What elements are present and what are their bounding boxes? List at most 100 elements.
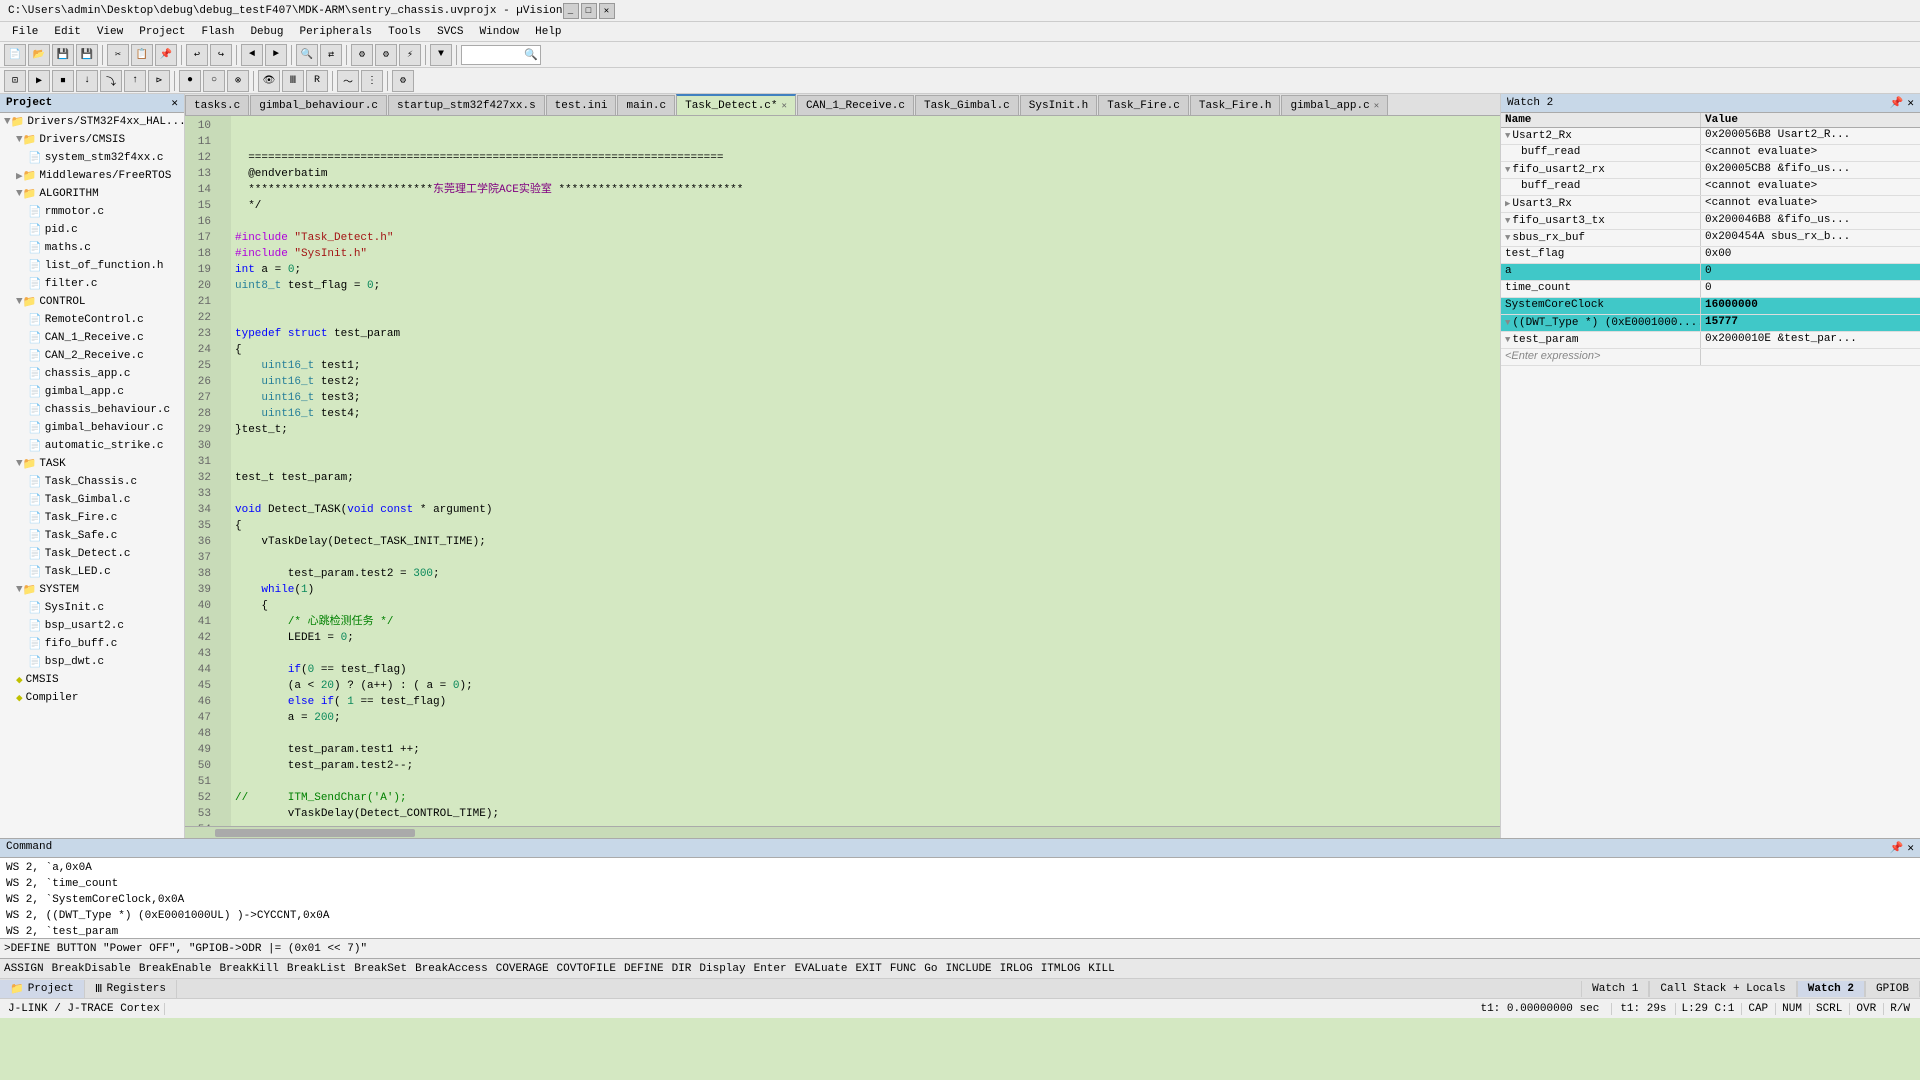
command-close-icon[interactable]: ✕ xyxy=(1907,841,1914,855)
ac-display[interactable]: Display xyxy=(699,963,745,975)
watch-expr-input[interactable] xyxy=(1505,350,1696,362)
ac-itmlog[interactable]: ITMLOG xyxy=(1041,963,1081,975)
watch-row-fifo-usart3[interactable]: ▼ fifo_usart3_tx 0x200046B8 &fifo_us... xyxy=(1501,213,1920,230)
tb-nav-back[interactable]: ◄ xyxy=(241,44,263,66)
tree-fifo-buff[interactable]: 📄fifo_buff.c xyxy=(0,635,184,653)
ac-dir[interactable]: DIR xyxy=(672,963,692,975)
tb-logic[interactable]: ⋮ xyxy=(361,70,383,92)
tree-auto-strike[interactable]: 📄automatic_strike.c xyxy=(0,437,184,455)
tree-can1[interactable]: 📄CAN_1_Receive.c xyxy=(0,329,184,347)
tree-remote[interactable]: 📄RemoteControl.c xyxy=(0,311,184,329)
ac-break-access[interactable]: BreakAccess xyxy=(415,963,488,975)
watch-row-test-flag[interactable]: test_flag 0x00 xyxy=(1501,247,1920,264)
watch-row-time-count[interactable]: time_count 0 xyxy=(1501,281,1920,298)
tab-can1-receive[interactable]: CAN_1_Receive.c xyxy=(797,95,914,115)
tb-build[interactable]: ⚙ xyxy=(351,44,373,66)
ac-break-set[interactable]: BreakSet xyxy=(354,963,407,975)
ac-kill[interactable]: KILL xyxy=(1088,963,1114,975)
tab-project[interactable]: 📁 Project xyxy=(0,980,85,998)
tb-undo[interactable]: ↩ xyxy=(186,44,208,66)
watch-row-usart2rx[interactable]: ▼ Usart2_Rx 0x200056B8 Usart2_R... xyxy=(1501,128,1920,145)
search-input[interactable] xyxy=(464,49,524,61)
tb-open[interactable]: 📂 xyxy=(28,44,50,66)
tb-reset[interactable]: ⊡ xyxy=(4,70,26,92)
tree-task-fire[interactable]: 📄Task_Fire.c xyxy=(0,509,184,527)
tree-gimbal-app[interactable]: 📄gimbal_app.c xyxy=(0,383,184,401)
ac-exit[interactable]: EXIT xyxy=(855,963,881,975)
ac-covtofile[interactable]: COVTOFILE xyxy=(557,963,616,975)
tab-tasks-c[interactable]: tasks.c xyxy=(185,95,249,115)
watch-row-buff-read-2[interactable]: buff_read <cannot evaluate> xyxy=(1501,179,1920,196)
watch-row-fifo-usart2[interactable]: ▼ fifo_usart2_rx 0x20005CB8 &fifo_us... xyxy=(1501,162,1920,179)
tree-compiler[interactable]: ◆ Compiler xyxy=(0,689,184,707)
watch-row-test-param[interactable]: ▼ test_param 0x2000010E &test_par... xyxy=(1501,332,1920,349)
tb-redo[interactable]: ↪ xyxy=(210,44,232,66)
tree-bsp-dwt[interactable]: 📄bsp_dwt.c xyxy=(0,653,184,671)
menu-edit[interactable]: Edit xyxy=(46,24,88,40)
menu-peripherals[interactable]: Peripherals xyxy=(291,24,380,40)
tree-pid[interactable]: 📄pid.c xyxy=(0,221,184,239)
tree-maths[interactable]: 📄maths.c xyxy=(0,239,184,257)
tree-chassis-behav[interactable]: 📄chassis_behaviour.c xyxy=(0,401,184,419)
menu-project[interactable]: Project xyxy=(131,24,193,40)
tree-task-detect[interactable]: 📄Task_Detect.c xyxy=(0,545,184,563)
tb-save[interactable]: 💾 xyxy=(52,44,74,66)
tb-compile[interactable]: ⚡ xyxy=(399,44,421,66)
tab-task-detect[interactable]: Task_Detect.c* ✕ xyxy=(676,94,796,115)
watch-row-buff-read-1[interactable]: buff_read <cannot evaluate> xyxy=(1501,145,1920,162)
command-pin-icon[interactable]: 📌 xyxy=(1890,841,1904,855)
tb-paste[interactable]: 📌 xyxy=(155,44,177,66)
cmd-input[interactable] xyxy=(4,943,1916,955)
code-content[interactable]: ========================================… xyxy=(231,116,1500,826)
tb-bp-toggle[interactable]: ● xyxy=(179,70,201,92)
ac-go[interactable]: Go xyxy=(924,963,937,975)
tb-run-cursor[interactable]: ⊳ xyxy=(148,70,170,92)
tab-task-fire-h[interactable]: Task_Fire.h xyxy=(1190,95,1281,115)
tree-task-safe[interactable]: 📄Task_Safe.c xyxy=(0,527,184,545)
tab-main-c[interactable]: main.c xyxy=(617,95,675,115)
tree-task-gimbal[interactable]: 📄Task_Gimbal.c xyxy=(0,491,184,509)
tree-drivers-cmsis[interactable]: ▼ 📁 Drivers/CMSIS xyxy=(0,131,184,149)
watch-row-enter-expr[interactable] xyxy=(1501,349,1920,366)
watch-pin-icon[interactable]: 📌 xyxy=(1890,96,1904,110)
menu-file[interactable]: File xyxy=(4,24,46,40)
tb-search[interactable]: 🔍 xyxy=(296,44,318,66)
tab-gpiob[interactable]: GPIOB xyxy=(1865,981,1920,997)
tree-task[interactable]: ▼ 📁 TASK xyxy=(0,455,184,473)
tree-system[interactable]: ▼ 📁 SYSTEM xyxy=(0,581,184,599)
search-box[interactable]: 🔍 xyxy=(461,45,541,65)
tb-debug-start[interactable]: ▶ xyxy=(28,70,50,92)
watch-row-usart3rx[interactable]: ▶ Usart3_Rx <cannot evaluate> xyxy=(1501,196,1920,213)
tree-cmsis[interactable]: ◆ CMSIS xyxy=(0,671,184,689)
tab-task-fire-c[interactable]: Task_Fire.c xyxy=(1098,95,1189,115)
ac-func[interactable]: FUNC xyxy=(890,963,916,975)
ac-assign[interactable]: ASSIGN xyxy=(4,963,44,975)
tab-gimbal-behaviour[interactable]: gimbal_behaviour.c xyxy=(250,95,387,115)
tree-system-stm32[interactable]: 📄 system_stm32f4xx.c xyxy=(0,149,184,167)
watch-row-sysclk[interactable]: SystemCoreClock 16000000 xyxy=(1501,298,1920,315)
tb-new[interactable]: 📄 xyxy=(4,44,26,66)
tb-cut[interactable]: ✂ xyxy=(107,44,129,66)
ac-break-kill[interactable]: BreakKill xyxy=(219,963,278,975)
tab-test-ini[interactable]: test.ini xyxy=(546,95,617,115)
tree-filter[interactable]: 📄filter.c xyxy=(0,275,184,293)
tb-step-into[interactable]: ↓ xyxy=(76,70,98,92)
tb-step-over[interactable]: ⤵ xyxy=(100,70,122,92)
tb-download[interactable]: ▼ xyxy=(430,44,452,66)
tab-registers[interactable]: Ⅲ Registers xyxy=(85,980,177,998)
tree-algorithm[interactable]: ▼ 📁 ALGORITHM xyxy=(0,185,184,203)
ac-break-disable[interactable]: BreakDisable xyxy=(52,963,131,975)
ac-break-list[interactable]: BreakList xyxy=(287,963,346,975)
minimize-btn[interactable]: _ xyxy=(563,3,579,19)
watch-row-dwt[interactable]: ▼ ((DWT_Type *) (0xE0001000.... 15777 xyxy=(1501,315,1920,332)
tb-step-out[interactable]: ↑ xyxy=(124,70,146,92)
tree-rmmotor[interactable]: 📄rmmotor.c xyxy=(0,203,184,221)
tree-list-func[interactable]: 📄list_of_function.h xyxy=(0,257,184,275)
ac-enter[interactable]: Enter xyxy=(754,963,787,975)
menu-svcs[interactable]: SVCS xyxy=(429,24,471,40)
tb-saveall[interactable]: 💾 xyxy=(76,44,98,66)
watch-close-icon[interactable]: ✕ xyxy=(1907,96,1914,110)
code-hscrollbar[interactable] xyxy=(185,826,1500,838)
project-close-icon[interactable]: ✕ xyxy=(171,96,178,110)
ac-break-enable[interactable]: BreakEnable xyxy=(139,963,212,975)
